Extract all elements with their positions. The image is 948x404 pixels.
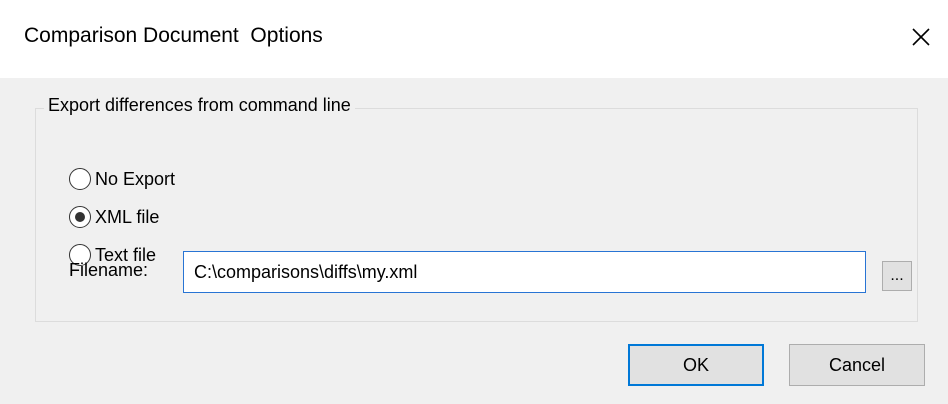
- comparison-options-dialog: Comparison Document Options Export diffe…: [0, 0, 948, 404]
- radio-xml-file[interactable]: XML file: [69, 204, 159, 230]
- title-bar: Comparison Document Options: [0, 0, 948, 78]
- radio-no-export[interactable]: No Export: [69, 166, 175, 192]
- radio-circle[interactable]: [69, 168, 91, 190]
- dialog-title: Comparison Document Options: [24, 24, 323, 47]
- radio-selected-dot: [74, 211, 85, 222]
- close-button[interactable]: [904, 20, 938, 54]
- group-legend: Export differences from command line: [44, 95, 355, 116]
- radio-label: No Export: [95, 168, 176, 189]
- radio-label: XML file: [95, 206, 160, 227]
- radio-circle-selected[interactable]: [69, 206, 91, 228]
- filename-label: Filename:: [69, 260, 149, 280]
- ok-button[interactable]: OK: [628, 344, 764, 386]
- cancel-button[interactable]: Cancel: [789, 344, 925, 386]
- dialog-body: Export differences from command line No …: [0, 78, 948, 404]
- browse-button[interactable]: ...: [882, 261, 912, 291]
- filename-input[interactable]: [183, 251, 866, 293]
- close-icon: [912, 28, 930, 46]
- export-differences-group: Export differences from command line No …: [35, 95, 918, 322]
